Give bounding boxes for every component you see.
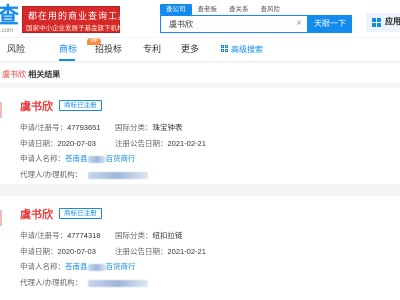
redacted-text (87, 263, 106, 271)
redacted-agent (88, 279, 149, 287)
nav-tab-risk[interactable]: 风险 (7, 43, 25, 55)
result-suffix: 相关结果 (26, 70, 61, 79)
applicant-link[interactable]: 苍南县 百货商行 (65, 262, 136, 271)
redacted-text (87, 155, 106, 163)
pub-date: 2021-02-21 (167, 139, 206, 148)
card-row-applicant: 申请人名称：苍南县 百货商行 (20, 261, 136, 272)
agent-label: 代理人/办理机构： (20, 278, 83, 287)
reg-number: 47774318 (67, 231, 101, 240)
apps-button[interactable]: 应用 (366, 13, 400, 32)
search-tab-relation[interactable]: 查关系 (223, 4, 255, 15)
applicant-label: 申请人名称： (20, 154, 65, 163)
trademark-name[interactable]: 虞书欣 (20, 98, 53, 114)
reg-label: 申请/注册号： (20, 231, 68, 240)
applicant-name-part1: 苍南县 (65, 154, 88, 163)
trademark-card[interactable]: 虞书欣 商标已注册 申请/注册号：47793651 国际分类：珠宝钟表 申请日期… (0, 88, 400, 184)
card-row-reg: 申请/注册号：47774318 国际分类：纽扣拉链 (20, 230, 183, 241)
status-badge: 商标已注册 (59, 208, 102, 219)
vip-badge: VIP (87, 38, 101, 45)
nav-tab-trademark[interactable]: 商标 (59, 43, 77, 55)
top-header: 查 .com 都在用的商业查询工具 国家中小企业发展子基金旗下机构 查公司 查老… (0, 0, 400, 37)
card-row-dates: 申请日期：2020-07-03 注册公告日期：2021-02-21 (20, 138, 206, 149)
clear-icon[interactable]: × (296, 18, 302, 30)
class-value: 珠宝钟表 (152, 123, 183, 132)
applicant-name-part2: 百货商行 (105, 154, 136, 163)
result-keyword: 虞书欣 (2, 70, 26, 79)
pub-date-label: 注册公告日期： (115, 247, 168, 256)
nav-tab-more[interactable]: 更多 (181, 43, 199, 55)
applicant-link[interactable]: 苍南县 百货商行 (65, 154, 136, 163)
search-type-tabs: 查公司 查老板 查关系 查风险 (160, 4, 286, 15)
apps-grid-icon (372, 18, 381, 27)
search-input-value: 虞书欣 (169, 20, 193, 29)
card-row-agent: 代理人/办理机构： (20, 277, 149, 288)
search-tab-risk[interactable]: 查风险 (255, 4, 287, 15)
apply-date: 2020-07-03 (57, 139, 96, 148)
agent-label: 代理人/办理机构： (20, 170, 83, 179)
class-value: 纽扣拉链 (152, 231, 183, 240)
apply-date-label: 申请日期： (20, 247, 58, 256)
card-row-agent: 代理人/办理机构： (20, 169, 149, 180)
advanced-search-icon (221, 45, 229, 53)
search-button[interactable]: 天眼一下 (308, 15, 352, 33)
reg-label: 申请/注册号： (20, 123, 68, 132)
apply-date-label: 申请日期： (20, 139, 58, 148)
pub-date: 2021-02-21 (167, 247, 206, 256)
search-tab-company[interactable]: 查公司 (160, 4, 192, 15)
active-tab-underline (59, 59, 75, 61)
apps-label: 应用 (385, 17, 400, 26)
result-summary: 虞书欣 相关结果 (0, 63, 400, 83)
nav-tab-patent[interactable]: 专利 (143, 43, 161, 55)
search-input[interactable]: 虞书欣 × (160, 15, 308, 33)
class-label: 国际分类： (115, 231, 153, 240)
card-row-dates: 申请日期：2020-07-03 注册公告日期：2021-02-21 (20, 246, 206, 257)
status-badge: 商标已注册 (59, 100, 102, 111)
nav-tab-bidding[interactable]: 招投标 (95, 43, 122, 55)
class-label: 国际分类： (115, 123, 153, 132)
trademark-card[interactable]: 虞书欣 商标已注册 申请/注册号：47774318 国际分类：纽扣拉链 申请日期… (0, 196, 400, 300)
trademark-name[interactable]: 虞书欣 (20, 206, 53, 222)
site-logo[interactable]: 查 (0, 6, 19, 28)
applicant-name-part2: 百货商行 (105, 262, 136, 271)
applicant-name-part1: 苍南县 (65, 262, 88, 271)
redacted-agent (88, 171, 149, 179)
result-title: 虞书欣 相关结果 (2, 69, 60, 80)
pub-date-label: 注册公告日期： (115, 139, 168, 148)
site-logo-domain: .com (0, 28, 14, 34)
apply-date: 2020-07-03 (57, 247, 96, 256)
advanced-search-link[interactable]: 高级搜索 (231, 44, 263, 56)
promo-banner[interactable]: 都在用的商业查询工具 国家中小企业发展子基金旗下机构 (22, 6, 127, 33)
card-accent-bar (0, 102, 2, 118)
card-row-applicant: 申请人名称：苍南县 百货商行 (20, 153, 136, 164)
card-accent-bar (0, 210, 2, 226)
category-nav: 风险 商标 招投标 VIP 专利 更多 高级搜索 (0, 38, 400, 62)
applicant-label: 申请人名称： (20, 262, 65, 271)
banner-line-2: 国家中小企业发展子基金旗下机构 (26, 25, 124, 32)
reg-number: 47793651 (67, 123, 101, 132)
banner-line-1: 都在用的商业查询工具 (28, 11, 129, 21)
card-row-reg: 申请/注册号：47793651 国际分类：珠宝钟表 (20, 122, 183, 133)
search-tab-boss[interactable]: 查老板 (192, 4, 224, 15)
